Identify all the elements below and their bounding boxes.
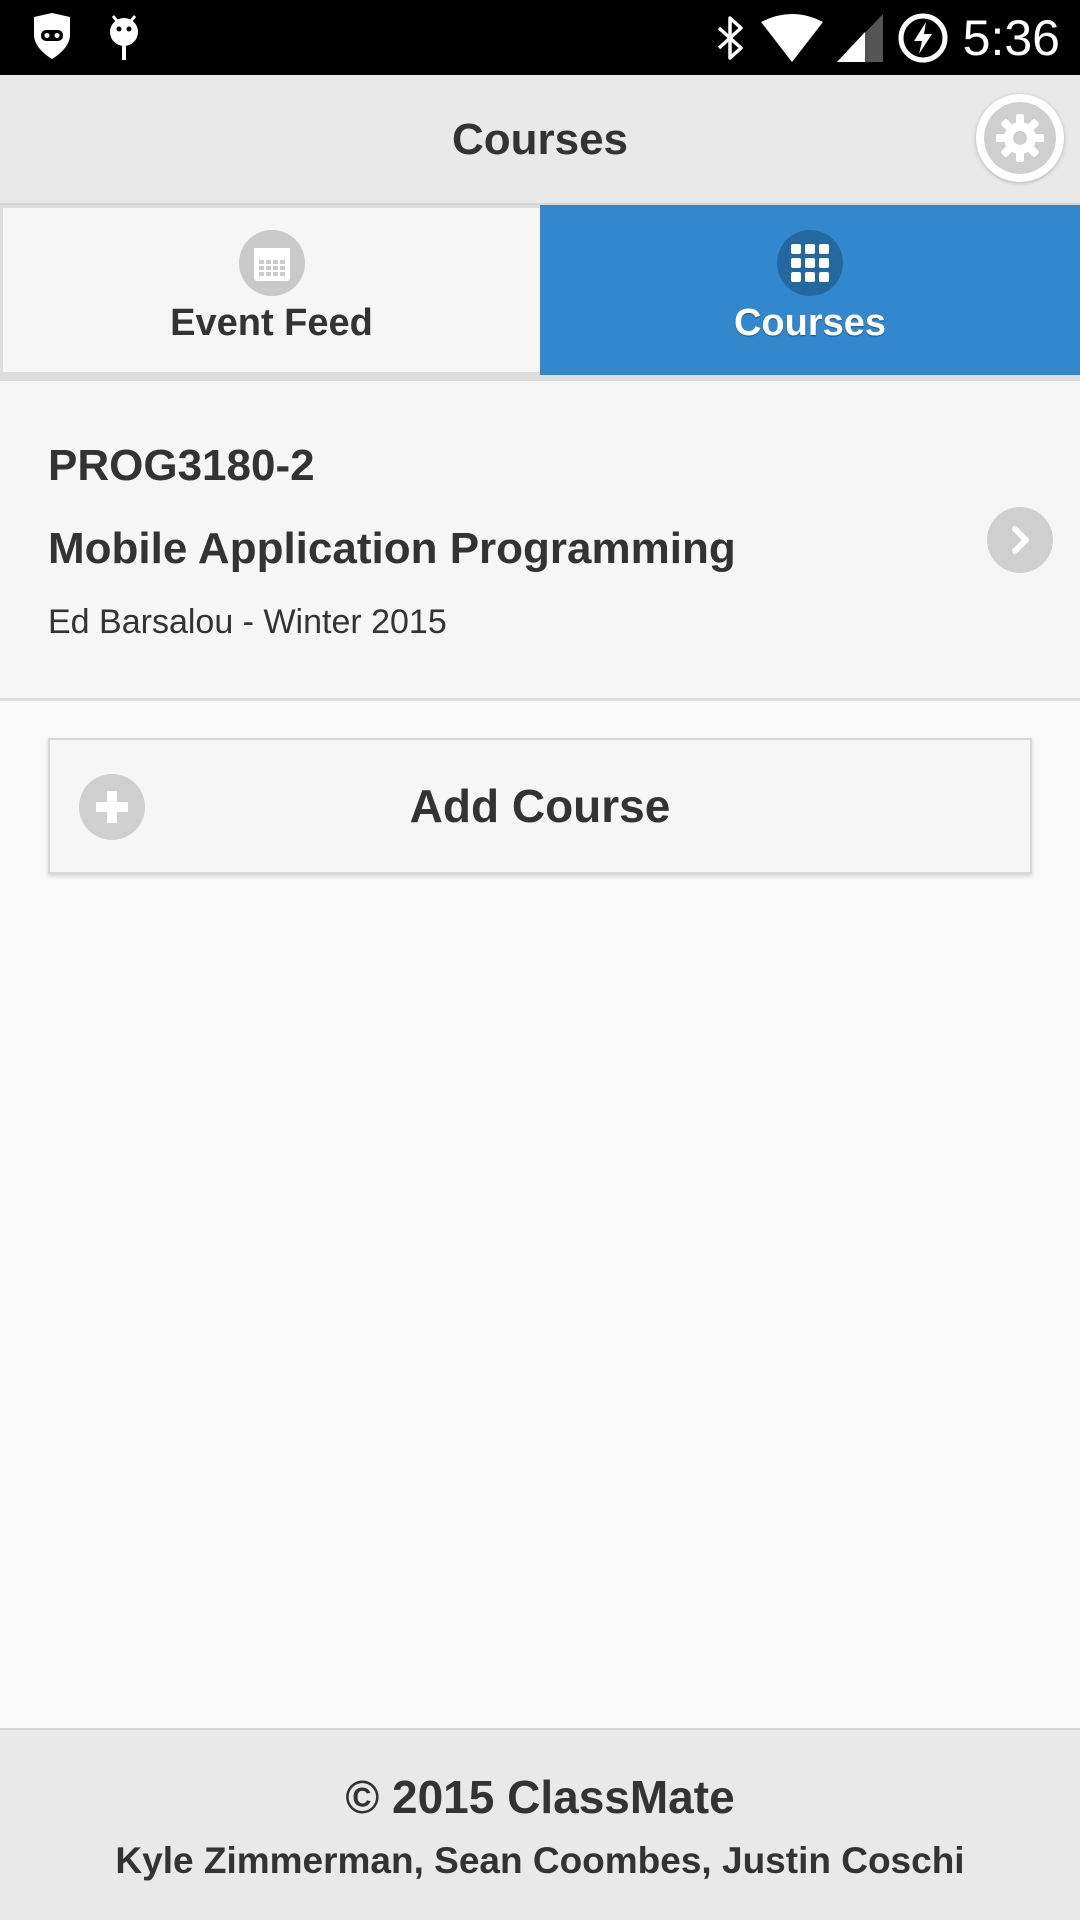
android-debug-icon — [104, 12, 144, 62]
tab-courses[interactable]: Courses — [540, 205, 1080, 375]
grid-icon — [777, 230, 843, 296]
tab-label: Event Feed — [170, 302, 373, 344]
wifi-icon — [760, 14, 823, 62]
add-course-button[interactable]: Add Course — [48, 738, 1032, 874]
status-bar-left — [30, 12, 144, 62]
tab-label: Courses — [733, 302, 887, 344]
settings-button[interactable] — [976, 94, 1064, 182]
footer-authors: Kyle Zimmerman, Sean Coombes, Justin Cos… — [115, 1840, 965, 1881]
footer: © 2015 ClassMate Kyle Zimmerman, Sean Co… — [0, 1728, 1080, 1920]
course-code: PROG3180-2 — [48, 441, 315, 490]
battery-charging-icon — [897, 12, 949, 64]
tab-event-feed[interactable]: Event Feed — [0, 205, 540, 375]
course-name: Mobile Application Programming — [48, 524, 736, 573]
gear-icon — [984, 102, 1056, 174]
status-bar-right: 5:36 — [713, 8, 1060, 68]
page-title: Courses — [451, 115, 629, 164]
chevron-right-icon[interactable] — [987, 507, 1053, 573]
footer-copyright: © 2015 ClassMate — [345, 1771, 735, 1823]
tab-bar: Event Feed Courses — [0, 205, 1080, 375]
bluetooth-icon — [713, 14, 747, 62]
course-list-item[interactable]: PROG3180-2 Mobile Application Programmin… — [0, 381, 1080, 701]
add-course-label: Add Course — [409, 780, 671, 832]
cell-signal-icon — [836, 14, 883, 62]
calendar-icon — [238, 230, 305, 296]
cyanogen-icon — [30, 13, 74, 61]
app-header: Courses — [0, 75, 1080, 205]
course-instructor-term: Ed Barsalou - Winter 2015 — [48, 603, 447, 641]
status-bar: 5:36 — [0, 0, 1080, 75]
status-time: 5:36 — [962, 10, 1060, 66]
